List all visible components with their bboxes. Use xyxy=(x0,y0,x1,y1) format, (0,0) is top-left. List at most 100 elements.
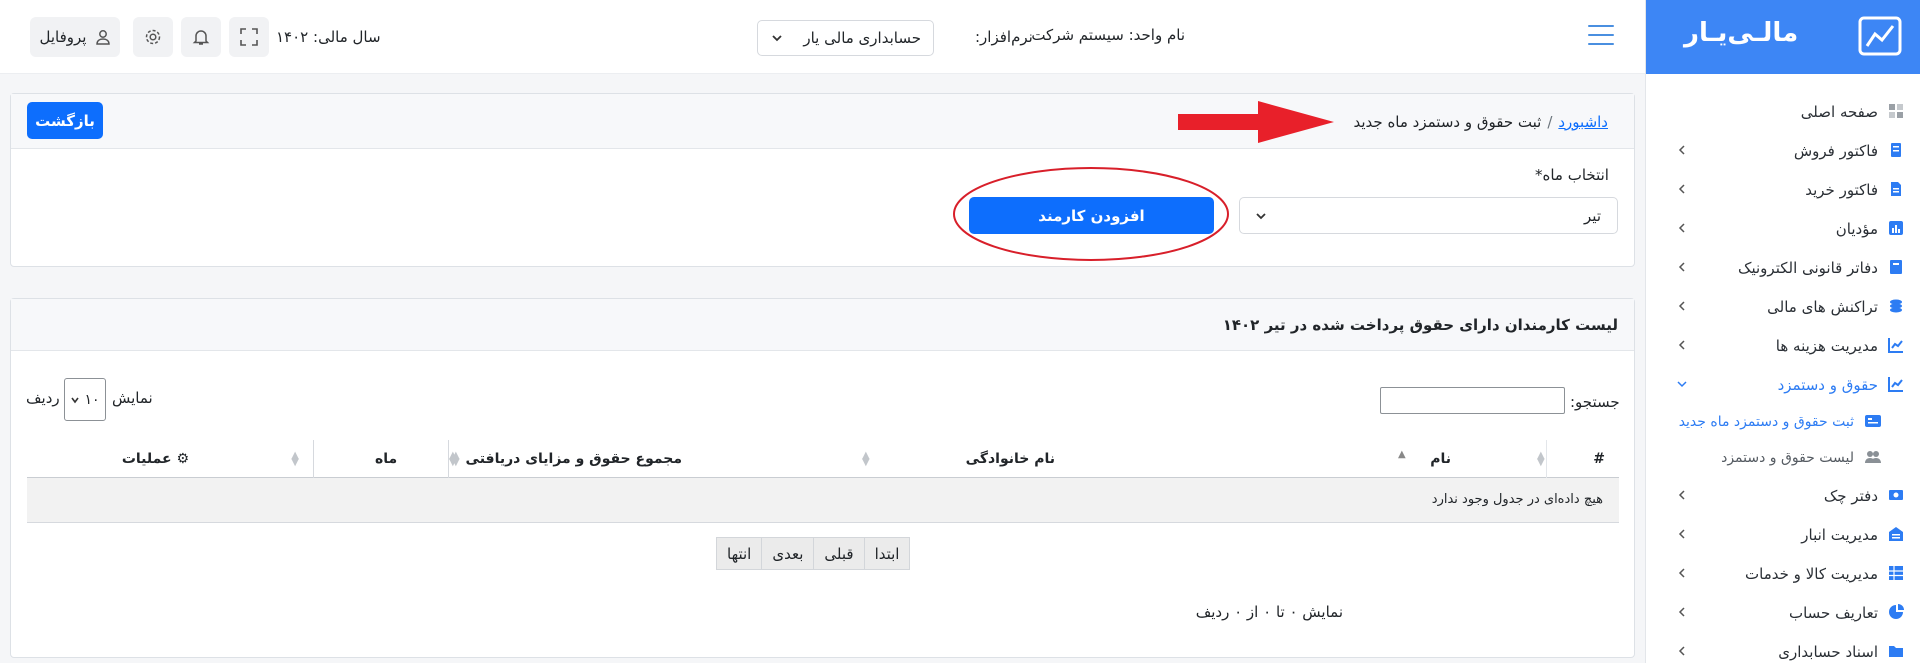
sidebar-item-label: فاکتور فروش xyxy=(1793,142,1878,160)
chevron-left-icon xyxy=(1678,184,1685,194)
sidebar-item-purchase-invoice[interactable]: فاکتور خرید xyxy=(1646,170,1920,209)
month-label: انتخاب ماه* xyxy=(1535,166,1609,184)
pagination-first[interactable]: ابتدا xyxy=(863,538,910,569)
sidebar-item-electronic-books[interactable]: دفاتر قانونی الکترونیک xyxy=(1646,248,1920,287)
sidebar-item-label: فاکتور خرید xyxy=(1805,181,1878,199)
menu-toggle-icon[interactable] xyxy=(1588,25,1614,47)
rows-label: ردیف xyxy=(26,389,60,407)
sidebar-subitem-payroll-list[interactable]: لیست حقوق و دستمزد xyxy=(1646,440,1920,476)
sidebar-item-home[interactable]: صفحه اصلی xyxy=(1646,92,1920,131)
page-length-select[interactable]: ۱۰ xyxy=(64,378,106,421)
chevron-left-icon xyxy=(1678,568,1685,578)
chevron-down-icon xyxy=(71,397,80,403)
sidebar-subitem-label: لیست حقوق و دستمزد xyxy=(1721,450,1854,466)
pagination-last[interactable]: انتها xyxy=(717,538,761,569)
column-family[interactable]: نام خانوادگی ▲ ▼ xyxy=(857,440,1167,478)
chevron-left-icon xyxy=(1678,490,1685,500)
chevron-left-icon xyxy=(1678,529,1685,539)
sidebar-item-label: مؤدیان xyxy=(1835,220,1878,238)
sidebar-item-transactions[interactable]: تراکنش های مالی xyxy=(1646,287,1920,326)
chevron-down-icon xyxy=(772,35,782,42)
sort-icon: ▲ ▼ xyxy=(291,450,299,468)
chevron-left-icon xyxy=(1678,301,1685,311)
fullscreen-button[interactable] xyxy=(229,17,269,57)
notifications-button[interactable] xyxy=(181,17,221,57)
unit-value: سیستم شرکت xyxy=(1031,26,1124,44)
settings-button[interactable] xyxy=(133,17,173,57)
chevron-left-icon xyxy=(1678,223,1685,233)
empty-table-row: هیچ داده‌ای در جدول وجود ندارد xyxy=(27,478,1619,523)
folder-icon xyxy=(1889,646,1903,657)
warehouse-icon xyxy=(1889,527,1903,541)
users-icon xyxy=(1865,451,1881,463)
id-card-icon xyxy=(1865,415,1881,427)
sidebar-item-accounting-docs[interactable]: اسناد حسابداری xyxy=(1646,632,1920,663)
trend-icon xyxy=(1888,338,1903,353)
breadcrumb-separator: / xyxy=(1547,113,1553,131)
chevron-down-icon xyxy=(1256,213,1266,220)
book-icon xyxy=(1890,260,1902,274)
gear-icon xyxy=(145,29,161,45)
chevron-down-icon xyxy=(1677,381,1687,388)
column-month-label: ماه xyxy=(375,451,398,467)
sidebar-item-label: دفتر چک xyxy=(1823,487,1878,505)
gears-icon: ⚙ xyxy=(176,451,189,467)
document-icon xyxy=(1891,182,1901,196)
sidebar-item-sales-invoice[interactable]: فاکتور فروش xyxy=(1646,131,1920,170)
unit-info: نام واحد: سیستم شرکت xyxy=(1031,26,1185,44)
sidebar-item-taxpayers[interactable]: مؤدیان xyxy=(1646,209,1920,248)
month-select[interactable]: تیر xyxy=(1239,197,1618,234)
sidebar-item-account-definitions[interactable]: تعاریف حساب xyxy=(1646,593,1920,632)
invoice-icon xyxy=(1891,143,1901,157)
sidebar-subitem-new-payroll[interactable]: ثبت حقوق و دستمزد ماه جدید xyxy=(1646,404,1920,440)
new-payroll-card: داشبورد / ثبت حقوق و دستمزد ماه جدید بازگش… xyxy=(10,93,1635,267)
sort-asc-icon: ▲ xyxy=(1398,449,1406,460)
column-actions[interactable]: عملیات ⚙ ▲ ▼ xyxy=(27,440,314,478)
annotation-ellipse-icon xyxy=(953,167,1229,261)
fiscal-year: سال مالی: ۱۴۰۲ xyxy=(276,28,381,46)
column-number[interactable]: # ▲ ▼ xyxy=(1537,440,1619,478)
pagination-previous[interactable]: قبلی xyxy=(813,538,863,569)
breadcrumb-home-link[interactable]: داشبورد xyxy=(1558,113,1608,131)
pagination: ابتدا قبلی بعدی انتها xyxy=(716,537,911,570)
page-length-value: ۱۰ xyxy=(84,391,100,408)
column-salary-total[interactable]: مجموع حقوق و مزایای دریافتی ▲ ▼ xyxy=(449,440,857,478)
sidebar-item-label: تراکنش های مالی xyxy=(1767,298,1878,316)
show-label: نمایش xyxy=(112,389,153,407)
unit-label: نام واحد: xyxy=(1128,26,1185,44)
sidebar-item-label: مدیریت کالا و خدمات xyxy=(1745,565,1878,583)
year-label: سال مالی: xyxy=(313,28,381,46)
pie-icon xyxy=(1889,604,1904,619)
sidebar-item-expenses[interactable]: مدیریت هزینه ها xyxy=(1646,326,1920,365)
logo-text: مالـی‌یـار xyxy=(1684,18,1799,48)
chevron-left-icon xyxy=(1678,646,1685,656)
search-label: جستجو: xyxy=(1570,393,1620,411)
empty-message: هیچ داده‌ای در جدول وجود ندارد xyxy=(1431,492,1603,507)
chart-box-icon xyxy=(1889,221,1903,235)
logo[interactable]: مالـی‌یـار xyxy=(1646,0,1920,74)
list-header: لیست کارمندان دارای حقوق پرداخت شده در ت… xyxy=(11,299,1634,351)
annotation-arrow-icon xyxy=(1178,101,1334,143)
column-name[interactable]: نام ▲ xyxy=(1167,440,1546,478)
sidebar-subitem-label: ثبت حقوق و دستمزد ماه جدید xyxy=(1678,414,1854,430)
sidebar-item-payroll[interactable]: حقوق و دستمزد xyxy=(1646,365,1920,404)
main-area: نام واحد: سیستم شرکت نرم‌افزار: حسابداری… xyxy=(0,0,1645,663)
pagination-next[interactable]: بعدی xyxy=(761,538,813,569)
actions-label: عملیات ⚙ xyxy=(121,451,189,467)
chevron-left-icon xyxy=(1678,262,1685,272)
sidebar-item-products-services[interactable]: مدیریت کالا و خدمات xyxy=(1646,554,1920,593)
breadcrumb-current: ثبت حقوق و دستمزد ماه جدید xyxy=(1353,113,1542,131)
coins-icon xyxy=(1890,299,1902,313)
sort-icon: ▲ ▼ xyxy=(862,450,870,468)
back-button[interactable]: بازگشت xyxy=(27,102,103,139)
software-select[interactable]: حسابداری مالی یار xyxy=(757,20,934,56)
table-info: نمایش ۰ تا ۰ از ۰ ردیف xyxy=(1195,603,1343,621)
profile-button[interactable]: پروفایل xyxy=(30,17,120,57)
table-header: # ▲ ▼ نام ▲ نام خانوادگی ▲ ▼ مجموع حقوق و … xyxy=(27,440,1619,478)
sidebar-item-cheque-book[interactable]: دفتر چک xyxy=(1646,476,1920,515)
sidebar-item-label: مدیریت انبار xyxy=(1801,526,1878,544)
sidebar-item-label: صفحه اصلی xyxy=(1800,103,1878,121)
list-title: لیست کارمندان دارای حقوق پرداخت شده در ت… xyxy=(1222,316,1618,334)
search-input[interactable] xyxy=(1380,387,1565,414)
sidebar-item-warehouse[interactable]: مدیریت انبار xyxy=(1646,515,1920,554)
